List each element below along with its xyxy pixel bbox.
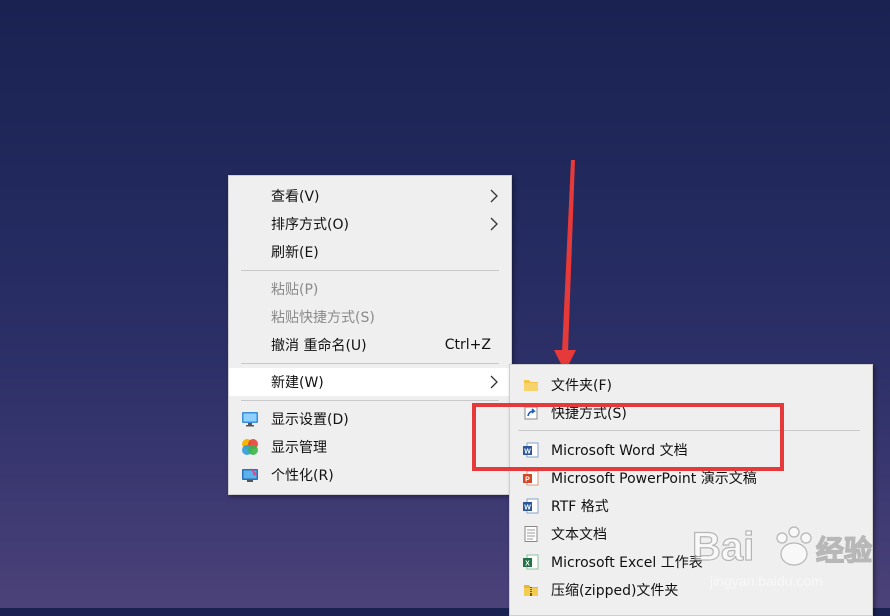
annotation-highlight-box	[472, 403, 784, 471]
submenu-item-powerpoint-label: Microsoft PowerPoint 演示文稿	[551, 471, 757, 487]
svg-text:Bai: Bai	[692, 525, 754, 569]
excel-icon: X	[523, 554, 539, 570]
chevron-right-icon	[490, 189, 498, 203]
submenu-item-zip-folder-label: 压缩(zipped)文件夹	[551, 583, 679, 599]
submenu-item-rtf-label: RTF 格式	[551, 499, 609, 515]
menu-item-undo-rename[interactable]: 撤消 重命名(U) Ctrl+Z	[229, 331, 511, 359]
personalize-icon	[242, 468, 258, 482]
submenu-item-text-document-label: 文本文档	[551, 527, 607, 543]
chevron-right-icon	[490, 375, 498, 389]
submenu-item-folder[interactable]: 文件夹(F)	[510, 371, 872, 399]
menu-item-display-manager[interactable]: 显示管理	[229, 433, 511, 461]
svg-text:P: P	[525, 476, 530, 483]
rtf-icon: W	[523, 498, 539, 514]
menu-item-new-label: 新建(W)	[271, 375, 324, 391]
menu-item-sort-label: 排序方式(O)	[271, 217, 349, 233]
desktop-context-menu: 查看(V) 排序方式(O) 刷新(E) 粘贴(P) 粘贴快捷方式(S) 撤消 重…	[228, 175, 512, 495]
menu-item-view[interactable]: 查看(V)	[229, 182, 511, 210]
menu-separator	[241, 363, 499, 364]
menu-item-paste: 粘贴(P)	[229, 275, 511, 303]
menu-item-paste-shortcut: 粘贴快捷方式(S)	[229, 303, 511, 331]
chevron-right-icon	[490, 217, 498, 231]
menu-item-display-manager-label: 显示管理	[271, 440, 327, 456]
svg-text:X: X	[525, 560, 530, 567]
zip-folder-icon	[524, 585, 538, 596]
menu-item-paste-label: 粘贴(P)	[271, 282, 319, 298]
menu-item-sort[interactable]: 排序方式(O)	[229, 210, 511, 238]
menu-item-refresh-label: 刷新(E)	[271, 245, 319, 261]
shortcut-text: Ctrl+Z	[444, 337, 491, 353]
submenu-item-folder-label: 文件夹(F)	[551, 378, 612, 394]
menu-item-personalize[interactable]: 个性化(R)	[229, 461, 511, 489]
menu-item-paste-shortcut-label: 粘贴快捷方式(S)	[271, 310, 375, 326]
svg-text:经验: 经验	[816, 534, 872, 566]
menu-item-personalize-label: 个性化(R)	[271, 468, 334, 484]
text-doc-icon	[524, 526, 538, 542]
menu-item-view-label: 查看(V)	[271, 189, 320, 205]
folder-icon	[524, 380, 538, 391]
svg-text:jingyan.baidu.com: jingyan.baidu.com	[709, 573, 823, 589]
menu-separator	[241, 270, 499, 271]
menu-item-display-settings[interactable]: 显示设置(D)	[229, 405, 511, 433]
menu-item-display-settings-label: 显示设置(D)	[271, 412, 349, 428]
baidu-jingyan-watermark: Bai 经验 jingyan.baidu.com	[692, 524, 873, 589]
display-settings-icon	[242, 412, 258, 427]
menu-separator	[241, 400, 499, 401]
menu-item-new[interactable]: 新建(W)	[229, 368, 511, 396]
powerpoint-icon: P	[523, 470, 539, 486]
menu-item-refresh[interactable]: 刷新(E)	[229, 238, 511, 266]
svg-text:W: W	[524, 504, 531, 511]
display-manager-icon	[242, 439, 258, 455]
submenu-item-excel-label: Microsoft Excel 工作表	[551, 555, 703, 571]
menu-item-undo-rename-label: 撤消 重命名(U)	[271, 338, 367, 354]
